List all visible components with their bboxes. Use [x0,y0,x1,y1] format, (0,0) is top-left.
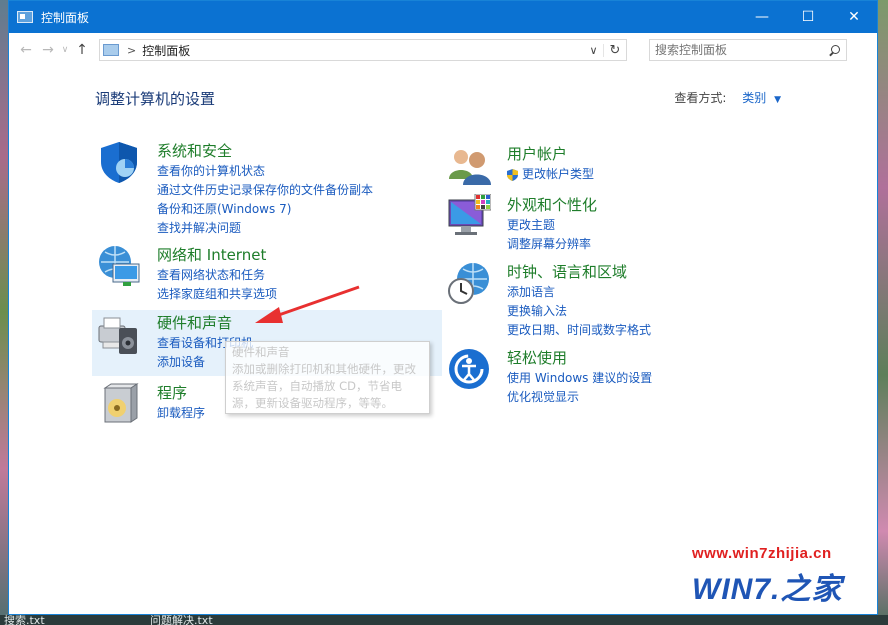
category-title[interactable]: 轻松使用 [507,347,567,368]
link-troubleshoot[interactable]: 查找并解决问题 [157,219,373,238]
back-button[interactable]: ← [15,39,37,61]
watermark-url: www.win7zhijia.cn [692,545,832,562]
tooltip: 硬件和声音 添加或删除打印机和其他硬件，更改 系统声音，自动播放 CD，节省电 … [225,341,430,414]
breadcrumb-control-panel[interactable]: 控制面板 [142,42,190,59]
control-panel-window: 控制面板 — ☐ ✕ ← → ∨ ↑ > 控制面板 ∨ ↻ 调整计算机的设置 查… [8,0,878,615]
link-label[interactable]: 更改帐户类型 [522,165,594,184]
chevron-down-icon[interactable]: ∨ [584,43,604,57]
link-screen-resolution[interactable]: 调整屏幕分辨率 [507,235,591,254]
link-recommended-settings[interactable]: 使用 Windows 建议的设置 [507,369,652,388]
title-bar: 控制面板 — ☐ ✕ [9,1,877,33]
category-title[interactable]: 用户帐户 [507,143,567,164]
shield-icon [101,142,137,183]
annotation-arrow-icon [255,285,360,323]
network-globe-icon [99,246,140,286]
navigation-bar: ← → ∨ ↑ > 控制面板 ∨ ↻ [9,35,877,65]
desktop-taskbar-strip: 搜索.txt 问题解决.txt [0,614,888,625]
desktop-background-left [0,0,8,625]
link-view-computer-status[interactable]: 查看你的计算机状态 [157,162,373,181]
printer-speaker-icon [98,317,137,354]
watermark: www.win7zhijia.cn WIN7.之家 [692,545,842,608]
minimize-button[interactable]: — [739,1,785,33]
link-change-account-type[interactable]: 更改帐户类型 [507,165,594,184]
category-title[interactable]: 时钟、语言和区域 [507,261,627,282]
view-by-label: 查看方式: [674,91,727,105]
tooltip-text: 添加或删除打印机和其他硬件，更改 [232,362,416,376]
link-change-date-time[interactable]: 更改日期、时间或数字格式 [507,321,651,340]
uac-shield-icon [507,168,518,181]
clock-globe-icon [448,263,489,304]
ease-of-access-icon [449,349,489,389]
search-input[interactable] [650,43,820,57]
users-icon [449,150,491,185]
desktop-background-right [878,0,888,625]
link-backup-restore[interactable]: 备份和还原(Windows 7) [157,200,373,219]
window-controls: — ☐ ✕ [739,1,877,33]
recent-locations-button[interactable]: ∨ [59,39,71,61]
view-by: 查看方式: 类别 ▼ [674,89,781,106]
category-title[interactable]: 系统和安全 [157,140,232,161]
tooltip-title: 硬件和声音 [232,345,290,359]
link-change-theme[interactable]: 更改主题 [507,216,591,235]
window-title: 控制面板 [41,10,90,25]
up-button[interactable]: ↑ [71,39,93,61]
refresh-icon[interactable]: ↻ [604,43,626,58]
link-file-history[interactable]: 通过文件历史记录保存你的文件备份副本 [157,181,373,200]
tooltip-text: 源，更新设备驱动程序，等等。 [232,396,393,410]
link-add-language[interactable]: 添加语言 [507,283,651,302]
forward-button[interactable]: → [37,39,59,61]
search-box[interactable] [649,39,847,61]
link-change-input-method[interactable]: 更换输入法 [507,302,651,321]
page-title: 调整计算机的设置 [95,90,216,108]
close-button[interactable]: ✕ [831,1,877,33]
programs-icon [103,383,139,423]
category-title[interactable]: 程序 [157,382,187,403]
monitor-palette-icon [448,194,491,235]
view-by-dropdown[interactable]: 类别 [742,91,766,105]
search-icon[interactable] [829,44,840,56]
tooltip-text: 系统声音，自动播放 CD，节省电 [232,379,403,393]
chevron-right-icon[interactable]: > [127,44,136,57]
category-title[interactable]: 硬件和声音 [157,312,232,333]
control-panel-icon [103,44,119,56]
watermark-logo: WIN7.之家 [692,573,843,606]
address-bar[interactable]: > 控制面板 ∨ ↻ [99,39,627,61]
maximize-button[interactable]: ☐ [785,1,831,33]
category-title[interactable]: 外观和个性化 [507,194,597,215]
category-title[interactable]: 网络和 Internet [157,244,266,265]
link-optimize-display[interactable]: 优化视觉显示 [507,388,652,407]
link-uninstall-program[interactable]: 卸载程序 [157,404,205,423]
caret-down-icon[interactable]: ▼ [774,95,781,105]
control-panel-icon [17,11,33,23]
